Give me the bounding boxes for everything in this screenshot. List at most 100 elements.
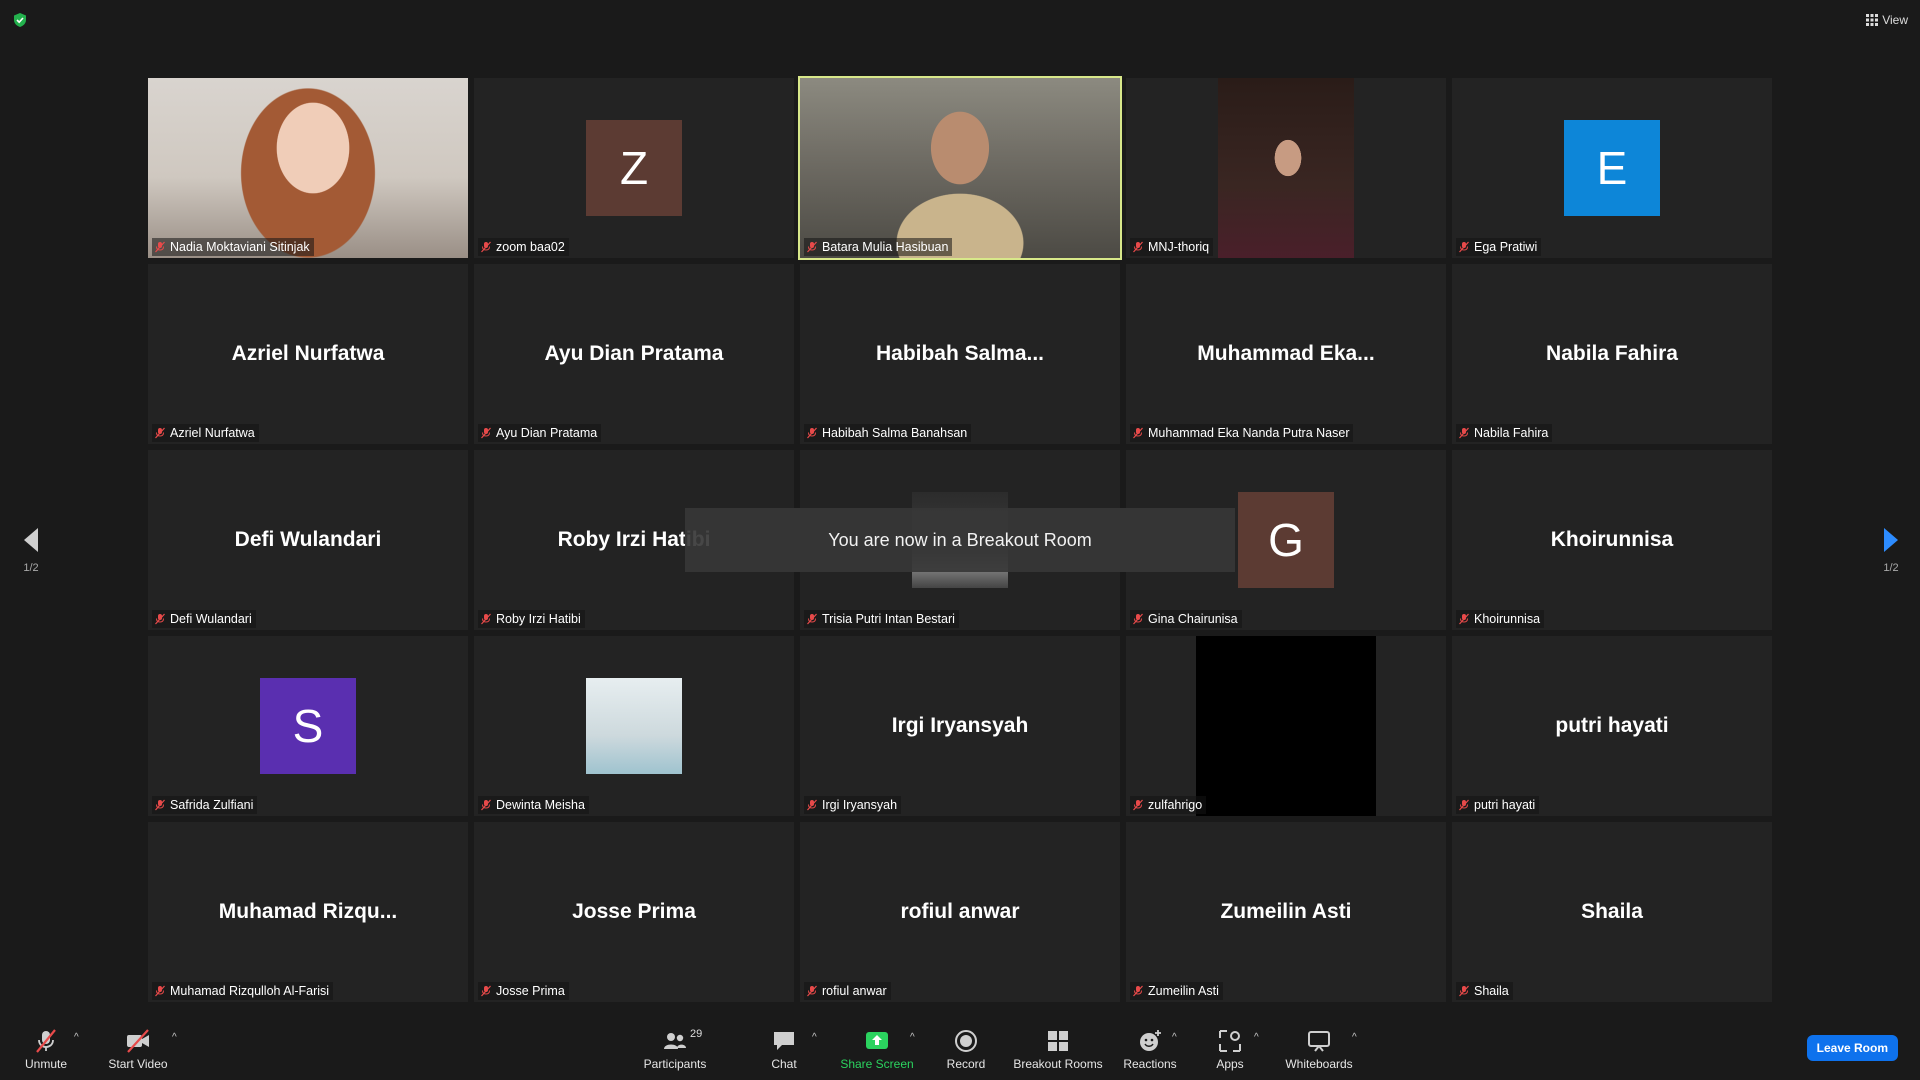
chat-label: Chat (771, 1056, 797, 1071)
participant-display-name: Muhamad Rizqu... (218, 900, 398, 923)
participant-tile[interactable]: rofiul anwar rofiul anwar (800, 822, 1120, 1002)
microphone-muted-icon (481, 427, 491, 439)
start-video-label: Start Video (108, 1056, 168, 1071)
microphone-muted-icon (807, 241, 817, 253)
shield-check-icon[interactable] (12, 12, 28, 28)
audio-options-caret[interactable]: ^ (74, 1032, 79, 1043)
video-options-caret[interactable]: ^ (172, 1032, 177, 1043)
participant-name: putri hayati (1474, 798, 1536, 812)
participant-count: 29 (690, 1028, 703, 1040)
microphone-muted-icon (1459, 985, 1469, 997)
participant-tile[interactable]: Batara Mulia Hasibuan (798, 76, 1122, 260)
participant-tile[interactable]: E Ega Pratiwi (1452, 78, 1772, 258)
participant-name: Muhammad Eka Nanda Putra Naser (1148, 426, 1350, 440)
microphone-muted-icon (481, 799, 491, 811)
chevron-right-icon (1884, 528, 1898, 552)
reactions-options-caret[interactable]: ^ (1172, 1032, 1177, 1043)
participant-display-name: Muhammad Eka... (1197, 342, 1375, 365)
participant-tile[interactable]: S Safrida Zulfiani (148, 636, 468, 816)
participant-name: Gina Chairunisa (1148, 612, 1238, 626)
participant-name-label: Muhammad Eka Nanda Putra Naser (1130, 424, 1354, 442)
participant-display-name: Josse Prima (572, 900, 696, 923)
participant-name-label: Trisia Putri Intan Bestari (804, 610, 959, 628)
participant-tile[interactable]: Zumeilin Asti Zumeilin Asti (1126, 822, 1446, 1002)
microphone-muted-icon (155, 985, 165, 997)
microphone-muted-icon (1459, 799, 1469, 811)
whiteboards-options-caret[interactable]: ^ (1352, 1032, 1357, 1043)
apps-button[interactable]: Apps (1212, 1018, 1248, 1080)
unmute-label: Unmute (24, 1056, 68, 1071)
previous-page-button[interactable]: 1/2 (16, 526, 46, 576)
participant-name-label: Josse Prima (478, 982, 569, 1000)
participant-name-label: Ega Pratiwi (1456, 238, 1542, 256)
participant-tile[interactable]: MNJ-thoriq (1126, 78, 1446, 258)
participant-tile[interactable]: Nadia Moktaviani Sitinjak (148, 78, 468, 258)
participant-tile[interactable]: Irgi Iryansyah Irgi Iryansyah (800, 636, 1120, 816)
microphone-muted-icon (1133, 613, 1143, 625)
record-button[interactable]: Record (944, 1018, 988, 1080)
participant-name-label: MNJ-thoriq (1130, 238, 1214, 256)
participant-tile[interactable]: Defi Wulandari Defi Wulandari (148, 450, 468, 630)
participant-name: zoom baa02 (496, 240, 565, 254)
whiteboards-button[interactable]: Whiteboards (1282, 1018, 1356, 1080)
participant-tile[interactable]: zulfahrigo (1126, 636, 1446, 816)
share-options-caret[interactable]: ^ (910, 1032, 915, 1043)
participants-label: Participants (643, 1056, 707, 1071)
participant-name: Defi Wulandari (170, 612, 252, 626)
participant-name-label: Zumeilin Asti (1130, 982, 1223, 1000)
microphone-muted-icon (807, 613, 817, 625)
share-screen-button[interactable]: Share Screen (840, 1018, 914, 1080)
chat-options-caret[interactable]: ^ (812, 1032, 817, 1043)
participant-name: Ega Pratiwi (1474, 240, 1538, 254)
participant-name: Nadia Moktaviani Sitinjak (170, 240, 310, 254)
breakout-rooms-label: Breakout Rooms (1013, 1056, 1103, 1071)
microphone-muted-icon (155, 613, 165, 625)
breakout-room-toast: You are now in a Breakout Room (685, 508, 1235, 572)
participant-display-name: putri hayati (1555, 714, 1669, 737)
participant-tile[interactable]: Azriel Nurfatwa Azriel Nurfatwa (148, 264, 468, 444)
participant-name-label: Defi Wulandari (152, 610, 256, 628)
microphone-muted-icon (155, 799, 165, 811)
leave-room-button[interactable]: Leave Room (1806, 1035, 1898, 1061)
start-video-button[interactable]: Start Video (106, 1018, 170, 1080)
record-icon (955, 1029, 977, 1052)
meeting-toolbar: Unmute ^ Start Video ^ Participants 29 C… (0, 1018, 1920, 1080)
participant-tile[interactable]: Muhamad Rizqu... Muhamad Rizqulloh Al-Far… (148, 822, 468, 1002)
microphone-muted-icon (1459, 427, 1469, 439)
participant-tile[interactable]: Khoirunnisa Khoirunnisa (1452, 450, 1772, 630)
participant-tile[interactable]: putri hayati putri hayati (1452, 636, 1772, 816)
participant-tile[interactable]: Dewinta Meisha (474, 636, 794, 816)
participant-name-label: Roby Irzi Hatibi (478, 610, 585, 628)
participants-icon (664, 1032, 686, 1049)
participant-name: Roby Irzi Hatibi (496, 612, 581, 626)
participant-tile[interactable]: Shaila Shaila (1452, 822, 1772, 1002)
reactions-button[interactable]: Reactions (1122, 1018, 1178, 1080)
participant-tile[interactable]: Habibah Salma... Habibah Salma Banahsan (800, 264, 1120, 444)
view-label: View (1882, 13, 1908, 27)
participant-name: Habibah Salma Banahsan (822, 426, 968, 440)
participant-tile[interactable]: Josse Prima Josse Prima (474, 822, 794, 1002)
participant-tile[interactable]: Nabila Fahira Nabila Fahira (1452, 264, 1772, 444)
participant-name: Muhamad Rizqulloh Al-Farisi (170, 984, 330, 998)
page-indicator-right: 1/2 (1883, 562, 1899, 574)
next-page-button[interactable]: 1/2 (1876, 526, 1906, 576)
participant-display-name: Azriel Nurfatwa (231, 342, 385, 365)
microphone-muted-icon (481, 613, 491, 625)
chat-button[interactable]: Chat (764, 1018, 804, 1080)
microphone-muted-icon (155, 241, 165, 253)
participant-name: Ayu Dian Pratama (496, 426, 598, 440)
page-indicator-left: 1/2 (23, 562, 39, 574)
view-button[interactable]: View (1866, 10, 1908, 30)
apps-options-caret[interactable]: ^ (1254, 1032, 1259, 1043)
unmute-button[interactable]: Unmute (22, 1018, 70, 1080)
participant-name: Josse Prima (496, 984, 565, 998)
participant-name-label: Nadia Moktaviani Sitinjak (152, 238, 314, 256)
microphone-muted-icon (807, 799, 817, 811)
participant-name: Batara Mulia Hasibuan (822, 240, 949, 254)
participant-tile[interactable]: Ayu Dian Pratama Ayu Dian Pratama (474, 264, 794, 444)
participant-name-label: zulfahrigo (1130, 796, 1207, 814)
participant-display-name: Zumeilin Asti (1220, 900, 1352, 923)
breakout-rooms-button[interactable]: Breakout Rooms (1013, 1018, 1103, 1080)
participant-tile[interactable]: Zzoom baa02 (474, 78, 794, 258)
participant-tile[interactable]: Muhammad Eka... Muhammad Eka Nanda Putra … (1126, 264, 1446, 444)
